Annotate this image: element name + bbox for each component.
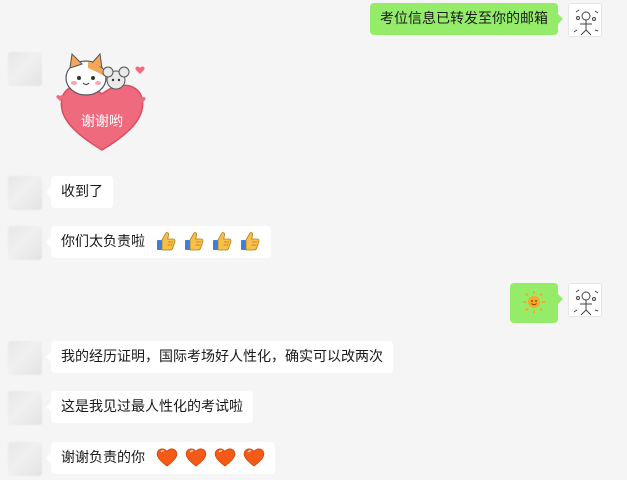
thumbs-up-icon [213,231,232,250]
cat-heart-sticker-icon: 谢谢哟 [56,52,146,151]
message-text: 谢谢负责的你 [61,450,145,466]
chat-area: 考位信息已转发至你的邮箱 谢谢哟 收到了 你们太负责啦 我的经历证明，国际考场好… [0,0,627,480]
message-bubble-incoming[interactable]: 这是我见过最人性化的考试啦 [46,391,253,423]
emoji-row [149,448,265,467]
heart-icon [215,448,236,467]
message-bubble-incoming[interactable]: 谢谢负责的你 [45,442,276,474]
thumbs-up-icon [185,231,204,250]
avatar-sketch-icon [573,9,599,36]
message-bubble-outgoing[interactable]: 考位信息已转发至你的邮箱 [370,3,563,35]
avatar-other[interactable] [8,341,42,375]
sticker-thanks[interactable]: 谢谢哟 [52,50,152,154]
avatar-other[interactable] [8,226,42,260]
avatar-self[interactable] [568,283,602,317]
message-bubble-incoming[interactable]: 你们太负责啦 [45,226,272,258]
heart-icon [186,448,207,467]
svg-text:谢谢哟: 谢谢哟 [81,114,123,130]
sun-smile-icon [523,290,545,313]
avatar-other[interactable] [8,52,42,86]
message-bubble-outgoing[interactable] [510,283,563,323]
message-bubble-incoming[interactable]: 收到了 [46,176,113,208]
avatar-other[interactable] [8,176,42,210]
message-text: 收到了 [61,184,103,200]
avatar-sketch-icon [573,289,599,316]
message-bubble-incoming[interactable]: 我的经历证明，国际考场好人性化，确实可以改两次 [46,341,393,373]
message-text: 你们太负责啦 [61,234,145,250]
message-text: 我的经历证明，国际考场好人性化，确实可以改两次 [61,349,383,365]
thumbs-up-icon [241,231,260,250]
avatar-other[interactable] [8,442,42,476]
heart-icon [244,448,265,467]
avatar-other[interactable] [8,391,42,425]
message-text: 考位信息已转发至你的邮箱 [380,11,548,27]
avatar-self[interactable] [568,3,602,37]
message-text: 这是我见过最人性化的考试啦 [61,399,243,415]
thumbs-up-icon [157,231,176,250]
emoji-row [149,231,261,250]
heart-icon [157,448,178,467]
